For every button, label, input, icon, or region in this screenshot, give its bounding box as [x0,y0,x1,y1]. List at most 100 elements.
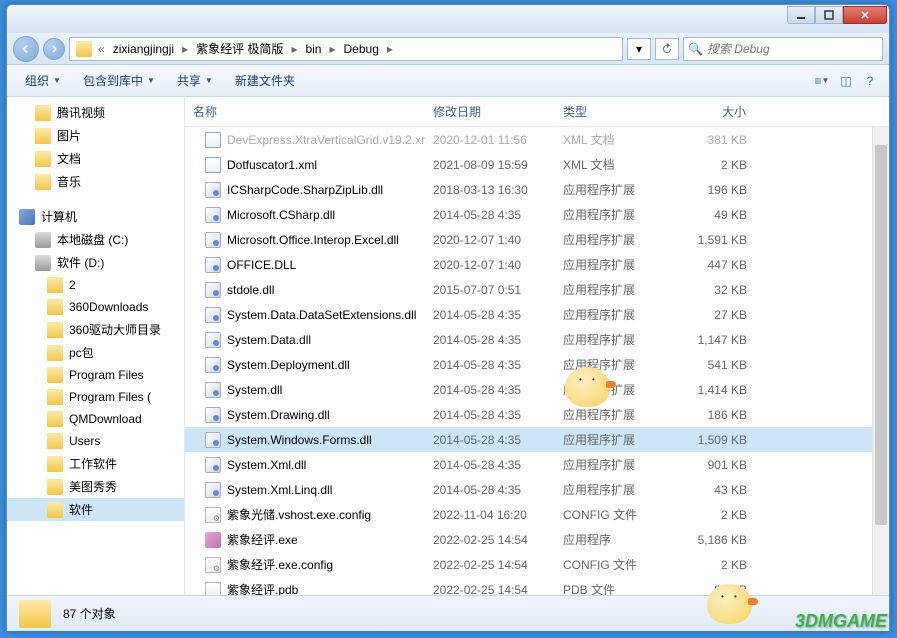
search-input[interactable] [703,42,878,56]
sidebar-drive[interactable]: 软件 (D:) [7,251,184,274]
breadcrumb-seg[interactable]: 紫象经评 极简版 [190,38,289,60]
sidebar-folder[interactable]: Program Files ( [7,386,184,408]
sidebar-item-label: 本地磁盘 (C:) [57,231,128,248]
minimize-button[interactable] [787,6,815,24]
dll-icon [205,382,221,398]
file-size: 27 KB [665,306,755,324]
file-row[interactable]: System.Deployment.dll2014-05-28 4:35应用程序… [185,352,889,377]
file-name: System.Drawing.dll [227,408,330,422]
file-size: 196 KB [665,181,755,199]
vertical-scrollbar[interactable] [872,125,889,595]
folder-icon [47,411,63,427]
nav-sidebar[interactable]: 腾讯视频图片文档音乐计算机本地磁盘 (C:) 软件 (D:) 2 360Downloa… [7,97,185,595]
file-row[interactable]: System.Windows.Forms.dll2014-05-28 4:35应… [185,427,889,452]
column-date[interactable]: 修改日期 [425,97,555,126]
file-type: CONFIG 文件 [555,554,665,575]
sidebar-folder[interactable]: 美图秀秀 [7,475,184,498]
titlebar[interactable] [7,5,889,33]
back-button[interactable] [13,36,39,62]
sidebar-item-label: 2 [69,278,76,292]
content-area: 腾讯视频图片文档音乐计算机本地磁盘 (C:) 软件 (D:) 2 360Downloa… [7,97,889,595]
file-name: 紫象经评.exe.config [227,556,333,573]
forward-button[interactable] [43,38,65,60]
organize-button[interactable]: 组织▼ [15,68,71,93]
file-date: 2020-12-01 11:56 [425,131,555,149]
chevron-right-icon[interactable]: ▸ [385,42,395,56]
file-row[interactable]: stdole.dll2015-07-07 0:51应用程序扩展32 KB [185,277,889,302]
sidebar-item[interactable]: 腾讯视频 [7,101,184,124]
column-name[interactable]: 名称 [185,97,425,126]
file-row[interactable]: Dotfuscator1.xml2021-08-09 15:59XML 文档2 … [185,152,889,177]
sidebar-computer[interactable]: 计算机 [7,205,184,228]
file-row[interactable]: 紫象经评.pdb2022-02-25 14:54PDB 文件82 KB [185,577,889,595]
sidebar-folder[interactable]: 360Downloads [7,296,184,318]
sidebar-item[interactable]: 图片 [7,124,184,147]
file-type: 应用程序扩展 [555,179,665,200]
include-button[interactable]: 包含到库中▼ [73,68,165,93]
file-row[interactable]: DevExpress.XtraVerticalGrid.v19.2.xml202… [185,127,889,152]
sidebar-item-label: 腾讯视频 [57,104,105,121]
scrollbar-thumb[interactable] [875,145,887,525]
file-size: 2 KB [665,156,755,174]
file-size: 2 KB [665,506,755,524]
file-row[interactable]: OFFICE.DLL2020-12-07 1:40应用程序扩展447 KB [185,252,889,277]
file-row[interactable]: 紫象经评.exe2022-02-25 14:54应用程序5,186 KB [185,527,889,552]
file-date: 2022-02-25 14:54 [425,531,555,549]
sidebar-folder[interactable]: 工作软件 [7,452,184,475]
file-row[interactable]: Microsoft.Office.Interop.Excel.dll2020-1… [185,227,889,252]
breadcrumb[interactable]: « zixiangjingji ▸ 紫象经评 极简版 ▸ bin ▸ Debug… [69,37,623,61]
file-row[interactable]: System.dll2014-05-28 4:35应用程序扩展1,414 KB [185,377,889,402]
chevron-right-icon[interactable]: ▸ [289,42,299,56]
file-list[interactable]: 名称 修改日期 类型 大小 DevExpress.XtraVerticalGri… [185,97,889,595]
help-button[interactable]: ? [859,70,881,92]
breadcrumb-seg[interactable]: bin [299,38,327,60]
dll-icon [205,257,221,273]
file-type: 应用程序扩展 [555,379,665,400]
sidebar-folder[interactable]: 360驱动大师目录 [7,318,184,341]
sidebar-item-label: 美图秀秀 [69,478,117,495]
refresh-button[interactable] [655,38,679,60]
chevron-right-icon[interactable]: ▸ [327,42,337,56]
maximize-button[interactable] [815,6,843,24]
file-row[interactable]: ICSharpCode.SharpZipLib.dll2018-03-13 16… [185,177,889,202]
file-row[interactable]: System.Data.dll2014-05-28 4:35应用程序扩展1,14… [185,327,889,352]
sidebar-folder[interactable]: 2 [7,274,184,296]
column-headers: 名称 修改日期 类型 大小 [185,97,889,127]
column-size[interactable]: 大小 [665,97,755,126]
file-row[interactable]: 紫象经评.exe.config2022-02-25 14:54CONFIG 文件… [185,552,889,577]
sidebar-folder[interactable]: Program Files [7,364,184,386]
chevron-down-icon: ▼ [53,76,61,85]
file-row[interactable]: System.Xml.Linq.dll2014-05-28 4:35应用程序扩展… [185,477,889,502]
file-row[interactable]: System.Drawing.dll2014-05-28 4:35应用程序扩展1… [185,402,889,427]
column-type[interactable]: 类型 [555,97,665,126]
file-size: 1,414 KB [665,381,755,399]
file-name: 紫象经评.exe [227,531,298,548]
file-row[interactable]: 紫象光储.vshost.exe.config2022-11-04 16:20CO… [185,502,889,527]
preview-pane-button[interactable]: ◫ [835,70,857,92]
sidebar-folder[interactable]: QMDownload [7,408,184,430]
file-row[interactable]: Microsoft.CSharp.dll2014-05-28 4:35应用程序扩… [185,202,889,227]
history-dropdown[interactable]: ▾ [627,38,651,60]
file-row[interactable]: System.Xml.dll2014-05-28 4:35应用程序扩展901 K… [185,452,889,477]
close-button[interactable] [843,6,887,24]
file-size: 5,186 KB [665,531,755,549]
folder-icon [47,277,63,293]
file-row[interactable]: System.Data.DataSetExtensions.dll2014-05… [185,302,889,327]
newfolder-button[interactable]: 新建文件夹 [225,68,305,93]
chevron-right-icon[interactable]: « [96,42,107,56]
chevron-right-icon[interactable]: ▸ [180,42,190,56]
view-button[interactable]: ≡▼ [811,70,833,92]
sidebar-folder[interactable]: 软件 [7,498,184,521]
file-type: 应用程序扩展 [555,354,665,375]
file-name: System.dll [227,383,282,397]
sidebar-item[interactable]: 文档 [7,147,184,170]
share-button[interactable]: 共享▼ [167,68,223,93]
breadcrumb-seg[interactable]: Debug [338,38,385,60]
sidebar-folder[interactable]: Users [7,430,184,452]
sidebar-drive[interactable]: 本地磁盘 (C:) [7,228,184,251]
chevron-down-icon: ▼ [205,76,213,85]
search-box[interactable]: 🔍 [683,37,883,61]
sidebar-item[interactable]: 音乐 [7,170,184,193]
sidebar-folder[interactable]: pc包 [7,341,184,364]
breadcrumb-seg[interactable]: zixiangjingji [107,38,180,60]
